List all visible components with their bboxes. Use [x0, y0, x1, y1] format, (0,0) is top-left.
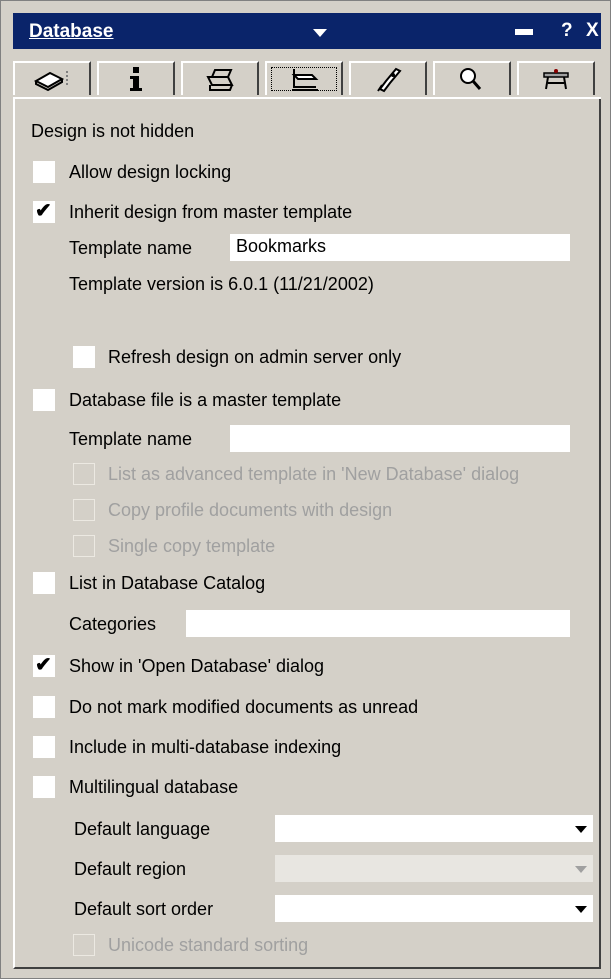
help-button[interactable]: ? [561, 20, 573, 42]
copy-profile-label: Copy profile documents with design [108, 500, 393, 520]
default-language-label: Default language [74, 819, 211, 839]
unicode-sorting-checkbox[interactable] [73, 934, 95, 956]
chevron-down-icon[interactable] [313, 29, 327, 37]
single-copy-checkbox[interactable] [73, 535, 95, 557]
chevron-down-icon [575, 906, 587, 913]
refresh-design-label: Refresh design on admin server only [108, 347, 402, 367]
no-unread-checkbox[interactable] [33, 696, 55, 718]
chevron-down-icon [575, 866, 587, 873]
chevron-down-icon [575, 826, 587, 833]
default-sort-select[interactable] [275, 895, 593, 922]
default-language-select[interactable] [275, 815, 593, 842]
properties-window: Database ? X Design is not hidden Allow … [0, 0, 611, 979]
no-unread-label: Do not mark modified documents as unread [69, 697, 419, 717]
multi-db-indexing-label: Include in multi-database indexing [69, 737, 342, 757]
advanced-template-label: List as advanced template in 'New Databa… [108, 464, 520, 484]
design-icon [291, 69, 319, 91]
advanced-icon [543, 69, 569, 90]
tab-print[interactable] [181, 61, 259, 95]
close-button[interactable]: X [586, 20, 599, 42]
tab-design[interactable] [265, 61, 343, 95]
database-info-icon [33, 71, 68, 92]
tab-strip [13, 61, 601, 97]
launch-icon [377, 67, 402, 93]
inherit-design-label: Inherit design from master template [69, 202, 353, 222]
master-template-label: Database file is a master template [69, 390, 342, 410]
template-name-value: Bookmarks [236, 236, 327, 256]
database-catalog-checkbox[interactable] [33, 572, 55, 594]
checkmark-icon: ✔ [35, 200, 52, 222]
unicode-sorting-label: Unicode standard sorting [108, 935, 309, 955]
default-region-label: Default region [74, 859, 187, 879]
inherit-design-checkbox[interactable]: ✔ [33, 200, 55, 223]
multi-db-indexing-checkbox[interactable] [33, 736, 55, 758]
template-name-label: Template name [69, 238, 193, 258]
advanced-template-checkbox[interactable] [73, 463, 95, 485]
checkmark-icon: ✔ [35, 654, 52, 676]
default-region-select[interactable] [275, 855, 593, 882]
master-template-checkbox[interactable] [33, 389, 55, 411]
show-open-database-checkbox[interactable]: ✔ [33, 654, 55, 677]
refresh-design-checkbox[interactable] [73, 346, 95, 368]
database-catalog-label: List in Database Catalog [69, 573, 266, 593]
copy-profile-checkbox[interactable] [73, 499, 95, 521]
title-bar: Database ? X [13, 13, 601, 49]
categories-input[interactable] [186, 610, 570, 637]
window-title[interactable]: Database [29, 21, 114, 43]
template-version-text: Template version is 6.0.1 (11/21/2002) [69, 274, 374, 294]
tab-launch[interactable] [349, 61, 427, 95]
tab-full-text[interactable] [433, 61, 511, 95]
search-icon [460, 68, 482, 90]
design-hidden-status: Design is not hidden [31, 121, 195, 141]
tab-advanced[interactable] [517, 61, 595, 95]
allow-design-locking-label: Allow design locking [69, 162, 232, 182]
default-sort-label: Default sort order [74, 899, 214, 919]
show-open-database-label: Show in 'Open Database' dialog [69, 656, 325, 676]
template-name-input[interactable]: Bookmarks [230, 234, 570, 261]
single-copy-label: Single copy template [108, 536, 276, 556]
tab-info[interactable] [97, 61, 175, 95]
minimize-icon[interactable] [515, 29, 533, 35]
master-template-name-input[interactable] [230, 425, 570, 452]
multilingual-checkbox[interactable] [33, 776, 55, 798]
multilingual-label: Multilingual database [69, 777, 239, 797]
categories-label: Categories [69, 614, 157, 634]
master-template-name-label: Template name [69, 429, 193, 449]
printer-icon [206, 69, 234, 91]
info-icon [130, 67, 142, 91]
tab-basics[interactable] [13, 61, 91, 95]
allow-design-locking-checkbox[interactable] [33, 161, 55, 183]
